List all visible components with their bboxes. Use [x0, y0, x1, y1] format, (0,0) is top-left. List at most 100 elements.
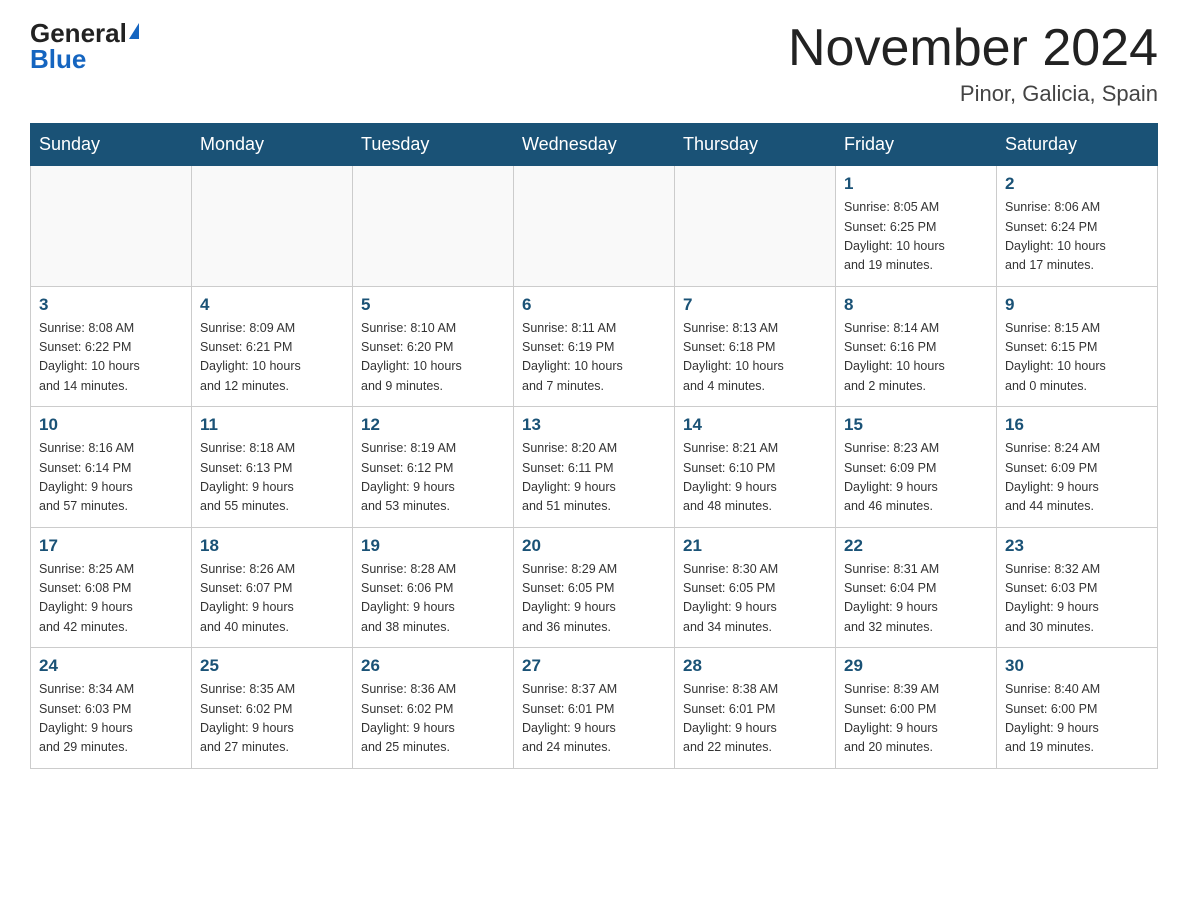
- day-number: 24: [39, 656, 183, 676]
- calendar-cell: 25 Sunrise: 8:35 AM Sunset: 6:02 PM Dayli…: [192, 648, 353, 769]
- day-info: Sunrise: 8:34 AM Sunset: 6:03 PM Dayligh…: [39, 680, 183, 758]
- day-info: Sunrise: 8:26 AM Sunset: 6:07 PM Dayligh…: [200, 560, 344, 638]
- weekday-header-tuesday: Tuesday: [353, 124, 514, 166]
- day-number: 30: [1005, 656, 1149, 676]
- calendar-cell: 7 Sunrise: 8:13 AM Sunset: 6:18 PM Daylig…: [675, 286, 836, 407]
- day-number: 1: [844, 174, 988, 194]
- day-info: Sunrise: 8:20 AM Sunset: 6:11 PM Dayligh…: [522, 439, 666, 517]
- logo-blue-text: Blue: [30, 46, 86, 72]
- day-number: 17: [39, 536, 183, 556]
- day-number: 2: [1005, 174, 1149, 194]
- day-info: Sunrise: 8:15 AM Sunset: 6:15 PM Dayligh…: [1005, 319, 1149, 397]
- calendar-cell: 21 Sunrise: 8:30 AM Sunset: 6:05 PM Dayli…: [675, 527, 836, 648]
- day-number: 15: [844, 415, 988, 435]
- calendar-title: November 2024: [788, 20, 1158, 77]
- calendar-cell: 24 Sunrise: 8:34 AM Sunset: 6:03 PM Dayli…: [31, 648, 192, 769]
- day-info: Sunrise: 8:28 AM Sunset: 6:06 PM Dayligh…: [361, 560, 505, 638]
- day-info: Sunrise: 8:39 AM Sunset: 6:00 PM Dayligh…: [844, 680, 988, 758]
- day-number: 8: [844, 295, 988, 315]
- day-info: Sunrise: 8:16 AM Sunset: 6:14 PM Dayligh…: [39, 439, 183, 517]
- title-block: November 2024 Pinor, Galicia, Spain: [788, 20, 1158, 107]
- weekday-header-friday: Friday: [836, 124, 997, 166]
- day-number: 5: [361, 295, 505, 315]
- day-number: 28: [683, 656, 827, 676]
- calendar-cell: 15 Sunrise: 8:23 AM Sunset: 6:09 PM Dayli…: [836, 407, 997, 528]
- day-info: Sunrise: 8:38 AM Sunset: 6:01 PM Dayligh…: [683, 680, 827, 758]
- logo-general-text: General: [30, 20, 127, 46]
- calendar-cell: 22 Sunrise: 8:31 AM Sunset: 6:04 PM Dayli…: [836, 527, 997, 648]
- calendar-cell: [353, 166, 514, 287]
- day-number: 19: [361, 536, 505, 556]
- day-number: 29: [844, 656, 988, 676]
- day-info: Sunrise: 8:13 AM Sunset: 6:18 PM Dayligh…: [683, 319, 827, 397]
- day-info: Sunrise: 8:19 AM Sunset: 6:12 PM Dayligh…: [361, 439, 505, 517]
- calendar-cell: 9 Sunrise: 8:15 AM Sunset: 6:15 PM Daylig…: [997, 286, 1158, 407]
- calendar-cell: 20 Sunrise: 8:29 AM Sunset: 6:05 PM Dayli…: [514, 527, 675, 648]
- day-info: Sunrise: 8:11 AM Sunset: 6:19 PM Dayligh…: [522, 319, 666, 397]
- day-info: Sunrise: 8:36 AM Sunset: 6:02 PM Dayligh…: [361, 680, 505, 758]
- day-number: 25: [200, 656, 344, 676]
- calendar-cell: [514, 166, 675, 287]
- day-info: Sunrise: 8:18 AM Sunset: 6:13 PM Dayligh…: [200, 439, 344, 517]
- day-number: 22: [844, 536, 988, 556]
- calendar-cell: 26 Sunrise: 8:36 AM Sunset: 6:02 PM Dayli…: [353, 648, 514, 769]
- day-number: 27: [522, 656, 666, 676]
- logo: General Blue: [30, 20, 139, 72]
- calendar-cell: 5 Sunrise: 8:10 AM Sunset: 6:20 PM Daylig…: [353, 286, 514, 407]
- day-info: Sunrise: 8:06 AM Sunset: 6:24 PM Dayligh…: [1005, 198, 1149, 276]
- weekday-header-monday: Monday: [192, 124, 353, 166]
- day-info: Sunrise: 8:35 AM Sunset: 6:02 PM Dayligh…: [200, 680, 344, 758]
- day-info: Sunrise: 8:30 AM Sunset: 6:05 PM Dayligh…: [683, 560, 827, 638]
- day-number: 11: [200, 415, 344, 435]
- calendar-cell: [675, 166, 836, 287]
- calendar-cell: 30 Sunrise: 8:40 AM Sunset: 6:00 PM Dayli…: [997, 648, 1158, 769]
- calendar-cell: 3Sunrise: 8:08 AM Sunset: 6:22 PM Daylig…: [31, 286, 192, 407]
- day-info: Sunrise: 8:21 AM Sunset: 6:10 PM Dayligh…: [683, 439, 827, 517]
- calendar-cell: 12 Sunrise: 8:19 AM Sunset: 6:12 PM Dayli…: [353, 407, 514, 528]
- weekday-header-thursday: Thursday: [675, 124, 836, 166]
- calendar-cell: 29 Sunrise: 8:39 AM Sunset: 6:00 PM Dayli…: [836, 648, 997, 769]
- weekday-header-sunday: Sunday: [31, 124, 192, 166]
- day-number: 7: [683, 295, 827, 315]
- calendar-cell: 11 Sunrise: 8:18 AM Sunset: 6:13 PM Dayli…: [192, 407, 353, 528]
- day-info: Sunrise: 8:29 AM Sunset: 6:05 PM Dayligh…: [522, 560, 666, 638]
- day-info: Sunrise: 8:32 AM Sunset: 6:03 PM Dayligh…: [1005, 560, 1149, 638]
- calendar-cell: 8Sunrise: 8:14 AM Sunset: 6:16 PM Daylig…: [836, 286, 997, 407]
- calendar-cell: 18 Sunrise: 8:26 AM Sunset: 6:07 PM Dayli…: [192, 527, 353, 648]
- day-number: 6: [522, 295, 666, 315]
- day-number: 26: [361, 656, 505, 676]
- day-number: 16: [1005, 415, 1149, 435]
- calendar-cell: 17 Sunrise: 8:25 AM Sunset: 6:08 PM Dayli…: [31, 527, 192, 648]
- day-number: 14: [683, 415, 827, 435]
- day-info: Sunrise: 8:23 AM Sunset: 6:09 PM Dayligh…: [844, 439, 988, 517]
- calendar-table: SundayMondayTuesdayWednesdayThursdayFrid…: [30, 123, 1158, 769]
- day-number: 20: [522, 536, 666, 556]
- calendar-cell: 28 Sunrise: 8:38 AM Sunset: 6:01 PM Dayli…: [675, 648, 836, 769]
- day-number: 10: [39, 415, 183, 435]
- day-info: Sunrise: 8:40 AM Sunset: 6:00 PM Dayligh…: [1005, 680, 1149, 758]
- day-info: Sunrise: 8:10 AM Sunset: 6:20 PM Dayligh…: [361, 319, 505, 397]
- calendar-cell: 14 Sunrise: 8:21 AM Sunset: 6:10 PM Dayli…: [675, 407, 836, 528]
- calendar-cell: 19 Sunrise: 8:28 AM Sunset: 6:06 PM Dayli…: [353, 527, 514, 648]
- day-info: Sunrise: 8:37 AM Sunset: 6:01 PM Dayligh…: [522, 680, 666, 758]
- day-number: 12: [361, 415, 505, 435]
- day-info: Sunrise: 8:08 AM Sunset: 6:22 PM Dayligh…: [39, 319, 183, 397]
- day-info: Sunrise: 8:09 AM Sunset: 6:21 PM Dayligh…: [200, 319, 344, 397]
- day-number: 9: [1005, 295, 1149, 315]
- calendar-cell: 1 Sunrise: 8:05 AM Sunset: 6:25 PM Daylig…: [836, 166, 997, 287]
- day-info: Sunrise: 8:25 AM Sunset: 6:08 PM Dayligh…: [39, 560, 183, 638]
- calendar-cell: 27 Sunrise: 8:37 AM Sunset: 6:01 PM Dayli…: [514, 648, 675, 769]
- calendar-subtitle: Pinor, Galicia, Spain: [788, 81, 1158, 107]
- weekday-header-wednesday: Wednesday: [514, 124, 675, 166]
- calendar-cell: 10 Sunrise: 8:16 AM Sunset: 6:14 PM Dayli…: [31, 407, 192, 528]
- day-number: 18: [200, 536, 344, 556]
- day-number: 21: [683, 536, 827, 556]
- day-info: Sunrise: 8:31 AM Sunset: 6:04 PM Dayligh…: [844, 560, 988, 638]
- day-number: 13: [522, 415, 666, 435]
- calendar-cell: 2 Sunrise: 8:06 AM Sunset: 6:24 PM Daylig…: [997, 166, 1158, 287]
- day-info: Sunrise: 8:05 AM Sunset: 6:25 PM Dayligh…: [844, 198, 988, 276]
- calendar-cell: 23 Sunrise: 8:32 AM Sunset: 6:03 PM Dayli…: [997, 527, 1158, 648]
- logo-triangle-icon: [129, 23, 139, 39]
- calendar-cell: [31, 166, 192, 287]
- day-number: 23: [1005, 536, 1149, 556]
